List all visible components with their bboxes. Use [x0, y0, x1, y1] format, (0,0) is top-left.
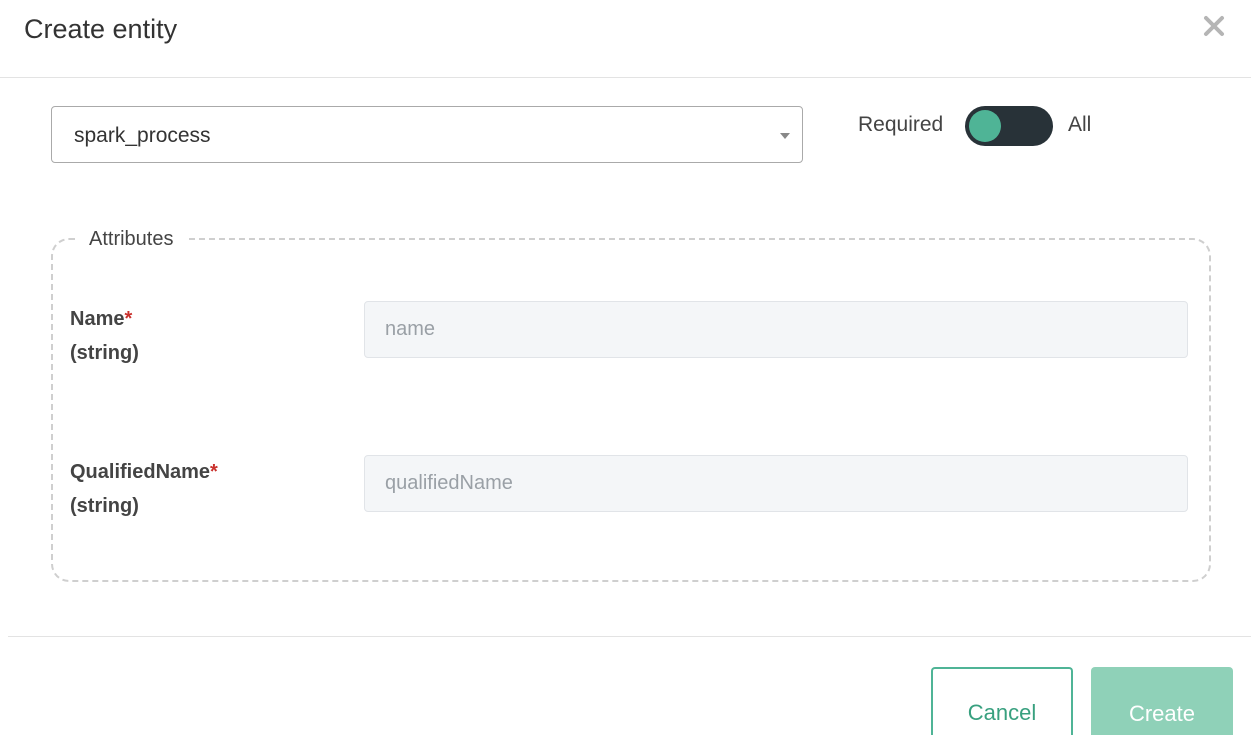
footer-divider	[8, 636, 1251, 637]
required-mark: *	[210, 461, 218, 483]
dialog-header: Create entity	[0, 0, 1251, 78]
qualifiedname-field-label-text: QualifiedName	[70, 461, 211, 483]
qualifiedname-field-type: (string)	[70, 495, 139, 517]
cancel-button[interactable]: Cancel	[931, 667, 1073, 735]
entity-type-select[interactable]: spark_process	[51, 106, 803, 163]
create-button[interactable]: Create	[1091, 667, 1233, 735]
create-entity-dialog: Create entity spark_process Required All…	[0, 0, 1251, 735]
name-field-type: (string)	[70, 342, 139, 364]
toggle-label-required: Required	[858, 113, 944, 136]
name-field-label: Name* (string)	[70, 302, 139, 370]
close-button[interactable]	[1199, 10, 1229, 40]
toggle-knob	[969, 110, 1001, 142]
toggle-label-all: All	[1068, 113, 1092, 136]
qualifiedname-input[interactable]	[364, 455, 1188, 512]
close-icon	[1204, 16, 1224, 36]
name-field-label-text: Name	[70, 308, 125, 330]
attributes-legend: Attributes	[89, 228, 174, 250]
name-input[interactable]	[364, 301, 1188, 358]
dialog-title: Create entity	[24, 14, 178, 44]
attributes-fieldset: Attributes	[51, 226, 1211, 582]
qualifiedname-field-label: QualifiedName* (string)	[70, 455, 218, 523]
chevron-down-icon	[780, 133, 790, 139]
required-all-toggle[interactable]	[965, 106, 1053, 146]
entity-type-selected-value: spark_process	[74, 124, 211, 147]
required-mark: *	[124, 308, 133, 330]
